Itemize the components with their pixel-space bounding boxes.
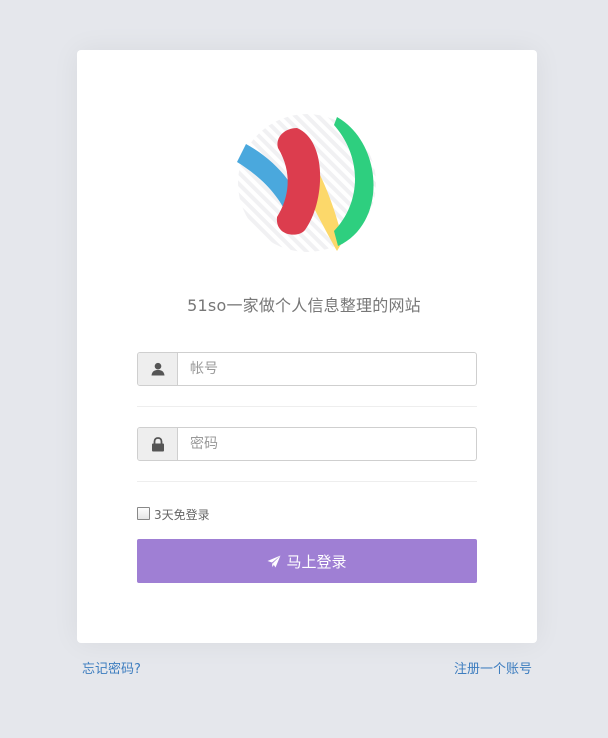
lock-icon — [138, 428, 178, 460]
form-divider — [137, 406, 477, 407]
paper-plane-icon — [267, 555, 281, 568]
site-tagline: 51so一家做个人信息整理的网站 — [187, 296, 421, 315]
remember-label: 3天免登录 — [154, 508, 210, 522]
register-link[interactable]: 注册一个账号 — [454, 658, 532, 677]
account-field — [137, 352, 477, 386]
form-divider — [137, 481, 477, 482]
user-icon — [138, 353, 178, 385]
password-input[interactable] — [178, 428, 476, 460]
remember-me[interactable]: 3天免登录 — [137, 506, 210, 523]
password-field — [137, 427, 477, 461]
login-button[interactable]: 马上登录 — [137, 539, 477, 583]
login-button-label: 马上登录 — [286, 552, 347, 571]
account-input[interactable] — [178, 353, 476, 385]
site-logo — [237, 114, 376, 252]
forgot-password-link[interactable]: 忘记密码? — [82, 658, 141, 677]
remember-checkbox[interactable] — [137, 507, 150, 520]
